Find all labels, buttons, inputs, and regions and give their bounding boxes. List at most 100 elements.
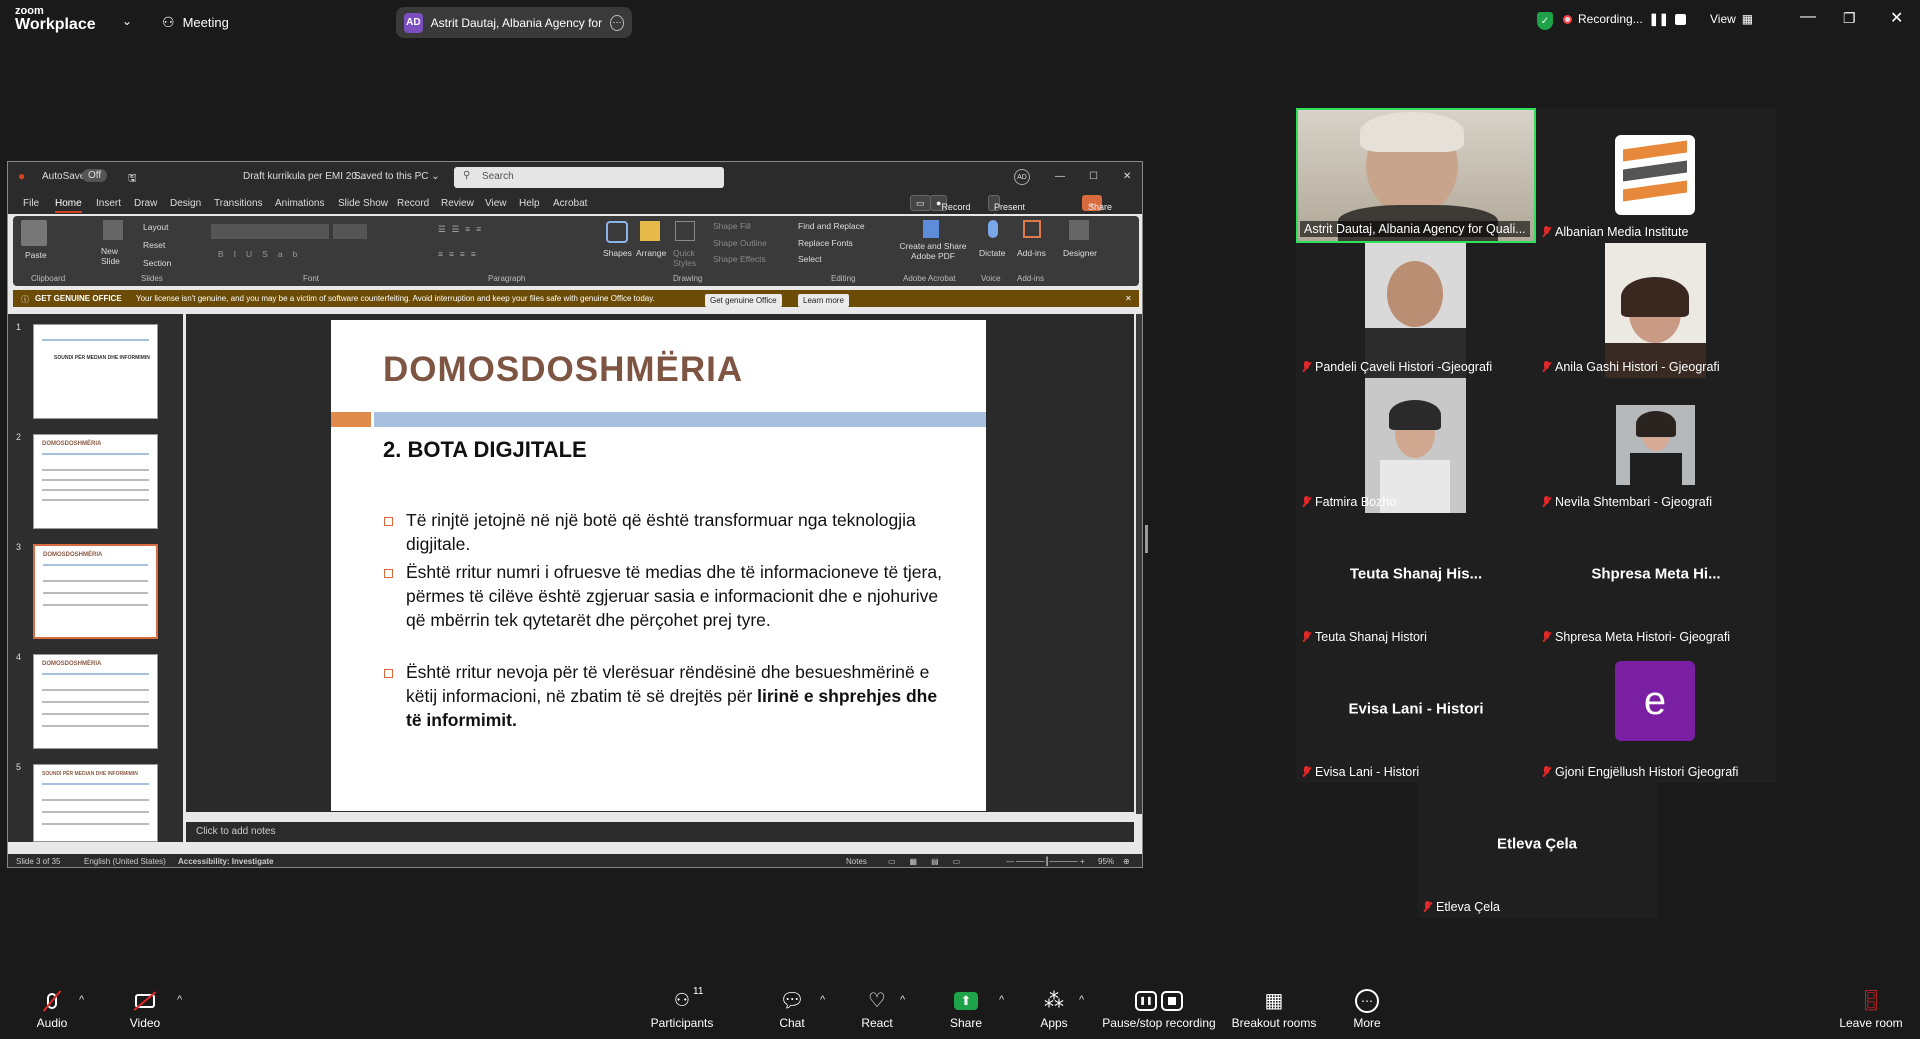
zoom-workplace-logo[interactable]: zoom Workplace bbox=[15, 6, 96, 33]
banner-close-icon[interactable]: ✕ bbox=[1125, 294, 1132, 303]
find-replace-button[interactable]: Find and Replace bbox=[798, 221, 865, 231]
meeting-menu[interactable]: ⚇ Meeting bbox=[162, 14, 229, 31]
participant-tile[interactable]: Albanian Media Institute bbox=[1536, 108, 1776, 243]
shape-fill-button[interactable]: Shape Fill bbox=[713, 221, 751, 231]
pause-icon[interactable]: ❚❚ bbox=[1649, 12, 1669, 26]
apps-options-caret[interactable]: ^ bbox=[1079, 994, 1084, 1006]
status-language[interactable]: English (United States) bbox=[84, 857, 166, 866]
layout-button[interactable]: Layout bbox=[143, 222, 169, 232]
slide-title[interactable]: DOMOSDOSHMËRIA bbox=[383, 350, 743, 390]
present-teams-button[interactable]: Present in Teams bbox=[988, 195, 1025, 232]
arrange-label[interactable]: Arrange bbox=[636, 248, 666, 258]
ppt-maximize-icon[interactable]: ☐ bbox=[1089, 171, 1098, 182]
fit-slide-icon[interactable]: ⊕ bbox=[1123, 857, 1130, 866]
comments-icon[interactable]: ▭ bbox=[910, 195, 931, 211]
zoom-percent[interactable]: 95% bbox=[1098, 857, 1114, 866]
dictate-label[interactable]: Dictate bbox=[979, 248, 1005, 258]
saved-state[interactable]: Saved to this PC ⌄ bbox=[354, 171, 440, 182]
react-options-caret[interactable]: ^ bbox=[900, 994, 905, 1006]
slide-thumbnail-selected[interactable]: DOMOSDOSHMËRIA bbox=[33, 544, 158, 639]
reset-button[interactable]: Reset bbox=[143, 240, 165, 250]
menu-transitions[interactable]: Transitions bbox=[214, 198, 263, 209]
canvas-scrollbar[interactable] bbox=[1136, 314, 1142, 814]
menu-acrobat[interactable]: Acrobat bbox=[553, 198, 587, 209]
slide-thumbnail[interactable]: DOMOSDOSHMËRIA bbox=[33, 654, 158, 749]
react-button[interactable]: ♡ React bbox=[855, 980, 899, 1039]
font-format-buttons[interactable]: BIUSab bbox=[218, 249, 307, 259]
pane-resize-handle[interactable] bbox=[1145, 525, 1148, 553]
section-button[interactable]: Section bbox=[143, 258, 171, 268]
designer-icon[interactable] bbox=[1069, 220, 1089, 240]
share-screen-button[interactable]: ⬆ Share bbox=[944, 980, 988, 1039]
slide-bullet[interactable]: Është rritur numri i ofruesve të medias … bbox=[384, 560, 954, 632]
shape-effects-button[interactable]: Shape Effects bbox=[713, 254, 766, 264]
shield-check-icon[interactable]: ✓ bbox=[1537, 12, 1553, 30]
get-genuine-button[interactable]: Get genuine Office bbox=[705, 294, 782, 307]
shapes-label[interactable]: Shapes bbox=[603, 248, 632, 258]
replace-fonts-button[interactable]: Replace Fonts bbox=[798, 238, 853, 248]
slide-bullet[interactable]: Është rritur nevoja për të vlerësuar rën… bbox=[384, 660, 954, 732]
recording-indicator[interactable]: Recording... ❚❚ bbox=[1563, 12, 1686, 26]
select-button[interactable]: Select bbox=[798, 254, 822, 264]
designer-label[interactable]: Designer bbox=[1063, 248, 1097, 258]
participant-tile[interactable]: Evisa Lani - Histori Evisa Lani - Histor… bbox=[1296, 648, 1536, 783]
chat-button[interactable]: 💬︎ Chat bbox=[770, 980, 814, 1039]
learn-more-button[interactable]: Learn more bbox=[798, 294, 849, 307]
participant-tile[interactable]: e Gjoni Engjëllush Histori Gjeografi bbox=[1536, 648, 1776, 783]
doc-title[interactable]: Draft kurrikula per EMI 20... bbox=[243, 171, 365, 182]
participant-tile-active-speaker[interactable]: Astrit Dautaj, Albania Agency for Quali.… bbox=[1296, 108, 1536, 243]
more-button[interactable]: ⋯ More bbox=[1345, 980, 1389, 1039]
align-buttons[interactable]: ≡≡≡≡ bbox=[438, 249, 482, 259]
dictate-mic-icon[interactable] bbox=[988, 220, 998, 238]
font-name-select[interactable] bbox=[211, 224, 329, 239]
share-options-caret[interactable]: ^ bbox=[999, 994, 1004, 1006]
video-button[interactable]: Video bbox=[122, 980, 168, 1039]
slide-subtitle[interactable]: 2. BOTA DIGJITALE bbox=[383, 437, 587, 463]
save-icon[interactable]: 🖫 bbox=[128, 171, 137, 188]
participant-tile[interactable]: Shpresa Meta Hi... Shpresa Meta Histori-… bbox=[1536, 513, 1776, 648]
ppt-close-icon[interactable]: ✕ bbox=[1123, 171, 1131, 182]
user-avatar[interactable]: AD bbox=[1014, 169, 1030, 185]
menu-help[interactable]: Help bbox=[519, 198, 540, 209]
menu-slide-show[interactable]: Slide Show bbox=[338, 198, 388, 209]
video-options-caret[interactable]: ^ bbox=[177, 994, 182, 1006]
menu-view[interactable]: View bbox=[485, 198, 507, 209]
menu-draw[interactable]: Draw bbox=[134, 198, 157, 209]
slide-thumbnail[interactable]: SOUNDI PËR MEDIAN DHE INFORMIMIN bbox=[33, 324, 158, 419]
participant-tile[interactable]: Anila Gashi Histori - Gjeografi bbox=[1536, 243, 1776, 378]
menu-insert[interactable]: Insert bbox=[96, 198, 121, 209]
participant-tile[interactable]: Fatmira Bozho bbox=[1296, 378, 1536, 513]
slide-bullet[interactable]: Të rinjtë jetojnë në një botë që është t… bbox=[384, 508, 954, 556]
shape-outline-button[interactable]: Shape Outline bbox=[713, 238, 767, 248]
record-button[interactable]: ● Record bbox=[930, 195, 970, 212]
participant-tile[interactable]: Teuta Shanaj His... Teuta Shanaj Histori bbox=[1296, 513, 1536, 648]
view-button[interactable]: View ▦ bbox=[1710, 12, 1753, 26]
quick-styles-label[interactable]: Quick Styles bbox=[673, 248, 703, 268]
leave-room-button[interactable]: 🚪︎ Leave room bbox=[1836, 980, 1906, 1039]
ppt-search-input[interactable]: ⚲ Search bbox=[454, 167, 724, 188]
adobe-pdf-icon[interactable] bbox=[923, 220, 939, 238]
stop-icon[interactable] bbox=[1674, 13, 1686, 25]
menu-design[interactable]: Design bbox=[170, 198, 201, 209]
participants-button[interactable]: ⚇ 11 Participants bbox=[645, 980, 719, 1039]
close-icon[interactable]: ✕ bbox=[1890, 8, 1903, 28]
participant-tile[interactable]: Etleva Çela Etleva Çela bbox=[1417, 783, 1657, 918]
view-mode-buttons[interactable]: ▭▦▤▭ bbox=[888, 857, 974, 866]
screen-share-indicator[interactable]: AD Astrit Dautaj, Albania Agency for ⋯ bbox=[396, 7, 632, 38]
slide-thumbnail[interactable]: DOMOSDOSHMËRIA bbox=[33, 434, 158, 529]
new-slide-label[interactable]: New Slide bbox=[101, 246, 131, 266]
participant-tile[interactable]: Nevila Shtembari - Gjeografi bbox=[1536, 378, 1776, 513]
menu-home[interactable]: Home bbox=[55, 198, 82, 213]
breakout-rooms-button[interactable]: ▦ Breakout rooms bbox=[1228, 980, 1320, 1039]
addins-label[interactable]: Add-ins bbox=[1017, 248, 1046, 258]
audio-button[interactable]: Audio bbox=[30, 980, 74, 1039]
quick-styles-icon[interactable] bbox=[675, 221, 695, 241]
slide-thumbnail[interactable]: SOUNDI PËR MEDIAN DHE INFORMIMIN bbox=[33, 764, 158, 842]
ppt-minimize-icon[interactable]: — bbox=[1055, 171, 1065, 182]
notes-toggle-button[interactable]: Notes bbox=[846, 857, 867, 866]
apps-button[interactable]: ⁂ Apps bbox=[1032, 980, 1076, 1039]
notes-pane[interactable]: Click to add notes bbox=[186, 822, 1134, 842]
chevron-down-icon[interactable]: ⌄ bbox=[122, 14, 132, 28]
menu-file[interactable]: File bbox=[23, 198, 39, 209]
list-buttons[interactable]: ☰☰≡≡ bbox=[438, 224, 487, 235]
